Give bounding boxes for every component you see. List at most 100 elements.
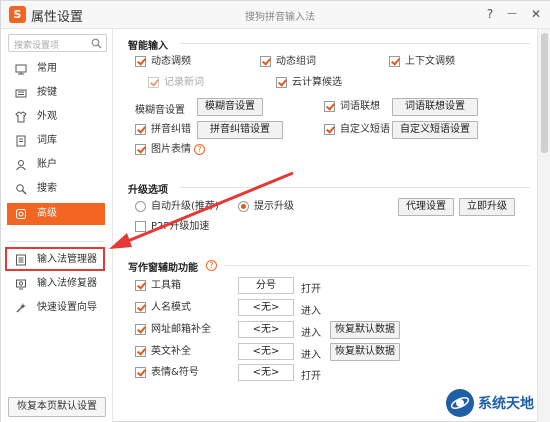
checkbox-label: 动态调频 bbox=[151, 56, 191, 67]
sidebar-item-label: 账户 bbox=[37, 159, 57, 170]
wizard-icon bbox=[16, 303, 26, 313]
checkbox-label: 拼音纠错 bbox=[151, 124, 191, 135]
fuzzy-sound-label: 模糊音设置 bbox=[135, 105, 185, 116]
word-association-settings-button[interactable]: 词语联想设置 bbox=[392, 98, 478, 116]
sidebar-tool-ime-repair[interactable]: 输入法修复器 bbox=[7, 273, 105, 295]
proxy-settings-button[interactable]: 代理设置 bbox=[398, 198, 454, 216]
checkbox-label: 英文补全 bbox=[151, 346, 191, 357]
settings-panel: 智能输入 动态调频 动态组词 上下文调频 记录新词 云计算候选 模糊音设置 模糊… bbox=[114, 29, 537, 422]
checkbox-box[interactable] bbox=[276, 77, 287, 88]
sidebar-item-search[interactable]: 搜索 bbox=[7, 178, 105, 200]
user-icon bbox=[16, 160, 26, 171]
pinyin-correction-settings-button[interactable]: 拼音纠错设置 bbox=[197, 121, 283, 139]
checkbox-label: 上下文调频 bbox=[405, 56, 455, 67]
gear-icon bbox=[16, 209, 26, 219]
sidebar-item-label: 词库 bbox=[37, 135, 57, 146]
checkbox-label: 网址邮箱补全 bbox=[151, 324, 211, 335]
checkbox-box[interactable] bbox=[135, 324, 146, 335]
title-bar: S 属性设置 搜狗拼音输入法 ? — ✕ bbox=[1, 1, 550, 29]
sogou-logo-icon: S bbox=[9, 6, 26, 23]
checkbox-box[interactable] bbox=[135, 367, 146, 378]
checkbox-label: 人名模式 bbox=[151, 302, 191, 313]
radio-dot[interactable] bbox=[135, 201, 146, 212]
restore-default-data-button[interactable]: 恢复默认数据 bbox=[330, 321, 400, 339]
scrollbar-thumb[interactable] bbox=[541, 33, 548, 153]
keyboard-icon bbox=[15, 89, 27, 98]
radio-label: 自动升级(推荐) bbox=[151, 201, 219, 212]
sidebar-item-label: 常用 bbox=[37, 63, 57, 74]
hotkey-field[interactable]: 分号 bbox=[238, 277, 294, 294]
help-icon[interactable]: ? bbox=[206, 260, 217, 271]
checkbox-box[interactable] bbox=[324, 124, 335, 135]
checkbox-box[interactable] bbox=[135, 280, 146, 291]
checkbox-label: 工具箱 bbox=[151, 280, 181, 291]
checkbox-label: 图片表情 bbox=[151, 144, 191, 155]
restore-defaults-button[interactable]: 恢复本页默认设置 bbox=[8, 397, 106, 417]
radio-dot[interactable] bbox=[238, 201, 249, 212]
checkbox-box[interactable] bbox=[135, 346, 146, 357]
sidebar-item-label: 按键 bbox=[37, 87, 57, 98]
sidebar-item-dictionary[interactable]: 词库 bbox=[7, 130, 105, 152]
hotkey-field[interactable]: <无> bbox=[238, 343, 294, 360]
minimize-button[interactable]: — bbox=[503, 5, 521, 23]
sidebar-item-label: 高级 bbox=[37, 208, 57, 219]
sidebar-item-common[interactable]: 常用 bbox=[7, 58, 105, 80]
section-title-upgrade: 升级选项 bbox=[128, 185, 168, 196]
checkbox-label: 自定义短语 bbox=[340, 124, 390, 135]
watermark: 系统天地 bbox=[446, 387, 550, 421]
checkbox-box[interactable] bbox=[135, 221, 146, 232]
checkbox-label: P2P升级加速 bbox=[151, 221, 210, 232]
row-suffix: 打开 bbox=[301, 284, 321, 295]
hotkey-field[interactable]: <无> bbox=[238, 299, 294, 316]
sidebar-divider bbox=[7, 241, 105, 242]
section-title-writing: 写作窗辅助功能 bbox=[128, 263, 198, 274]
help-icon[interactable]: ? bbox=[194, 144, 205, 155]
checkbox-box[interactable] bbox=[135, 144, 146, 155]
checkbox-label: 动态组词 bbox=[276, 56, 316, 67]
row-suffix: 打开 bbox=[301, 371, 321, 382]
upgrade-now-button[interactable]: 立即升级 bbox=[459, 198, 515, 216]
book-icon bbox=[16, 135, 26, 147]
checkbox-box[interactable] bbox=[148, 77, 159, 88]
section-title-smart-input: 智能输入 bbox=[128, 41, 168, 52]
checkbox-box[interactable] bbox=[135, 56, 146, 67]
section-divider bbox=[180, 187, 530, 188]
checkbox-box[interactable] bbox=[389, 56, 400, 67]
sidebar-tool-label: 输入法修复器 bbox=[37, 278, 97, 289]
watermark-logo-icon bbox=[446, 389, 474, 417]
sidebar-item-label: 外观 bbox=[37, 111, 57, 122]
settings-window: S 属性设置 搜狗拼音输入法 ? — ✕ 搜索设置项 常用 按键 外观 词库 账… bbox=[0, 0, 550, 422]
checkbox-box[interactable] bbox=[135, 124, 146, 135]
sidebar-item-keys[interactable]: 按键 bbox=[7, 82, 105, 104]
custom-phrase-settings-button[interactable]: 自定义短语设置 bbox=[392, 121, 478, 139]
checkbox-box[interactable] bbox=[135, 302, 146, 313]
checkbox-label: 词语联想 bbox=[340, 101, 380, 112]
window-subtitle: 搜狗拼音输入法 bbox=[245, 12, 315, 23]
hotkey-field[interactable]: <无> bbox=[238, 364, 294, 381]
scrollbar[interactable] bbox=[537, 29, 550, 422]
fuzzy-sound-settings-button[interactable]: 模糊音设置 bbox=[197, 98, 263, 116]
row-suffix: 进入 bbox=[301, 306, 321, 317]
sidebar-item-label: 搜索 bbox=[37, 183, 57, 194]
sidebar: 搜索设置项 常用 按键 外观 词库 账户 搜索 高级 输入法管理器 输入法修复器… bbox=[1, 29, 113, 422]
checkbox-box[interactable] bbox=[324, 101, 335, 112]
hotkey-field[interactable]: <无> bbox=[238, 321, 294, 338]
search-input[interactable]: 搜索设置项 bbox=[8, 34, 107, 52]
sidebar-item-account[interactable]: 账户 bbox=[7, 154, 105, 176]
monitor-icon bbox=[15, 64, 27, 75]
window-title: 属性设置 bbox=[31, 10, 84, 25]
highlight-box bbox=[5, 247, 105, 271]
repair-icon bbox=[16, 279, 26, 290]
search-icon bbox=[91, 38, 102, 49]
shirt-icon bbox=[15, 111, 27, 123]
restore-default-data-button[interactable]: 恢复默认数据 bbox=[330, 343, 400, 361]
help-button[interactable]: ? bbox=[481, 5, 499, 23]
checkbox-box[interactable] bbox=[260, 56, 271, 67]
sidebar-item-appearance[interactable]: 外观 bbox=[7, 106, 105, 128]
sidebar-tool-setup-wizard[interactable]: 快速设置向导 bbox=[7, 297, 105, 319]
sidebar-item-advanced[interactable]: 高级 bbox=[7, 203, 105, 225]
search-icon bbox=[16, 184, 27, 195]
checkbox-label: 云计算候选 bbox=[292, 77, 342, 88]
search-placeholder: 搜索设置项 bbox=[14, 41, 60, 51]
close-button[interactable]: ✕ bbox=[527, 5, 545, 23]
